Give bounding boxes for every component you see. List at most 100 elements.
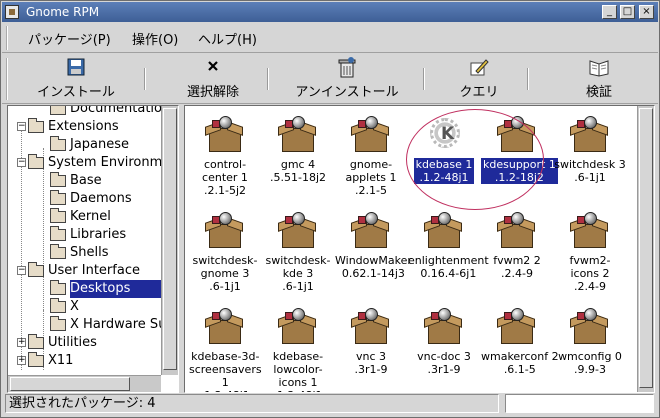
package-item[interactable]: Kkdebase-3d- screensavers 1 .1.2-48j1	[189, 306, 262, 392]
toolbar-handle[interactable]	[6, 58, 12, 100]
package-box-icon: K	[205, 306, 245, 348]
package-box-icon: K	[205, 114, 245, 156]
tree-item[interactable]: X	[8, 298, 161, 316]
query-button[interactable]: クエリ	[450, 57, 508, 101]
package-label: control- center 1 .2.1-5j2	[202, 158, 248, 197]
tree-item[interactable]: Base	[8, 172, 161, 190]
package-box-icon: K	[278, 306, 318, 348]
folder-icon	[28, 118, 44, 133]
package-box-icon: K	[351, 114, 391, 156]
menu-help[interactable]: ヘルプ(H)	[198, 29, 257, 48]
package-item[interactable]: Kswitchdesk 3 .6-1j1	[554, 114, 626, 184]
tree-item[interactable]: Desktops	[8, 280, 161, 298]
menubar-handle[interactable]	[6, 26, 12, 50]
tree-item-label: Japanese	[70, 137, 130, 152]
install-label: インストール	[37, 85, 115, 100]
tree-item[interactable]: Shells	[8, 244, 161, 262]
package-item[interactable]: Kswitchdesk- kde 3 .6-1j1	[262, 210, 334, 293]
tree-hscroll-thumb[interactable]	[10, 377, 130, 391]
collapse-icon[interactable]: −	[17, 158, 26, 167]
category-tree-pane: Documentation − Extensions Japanese − System …	[7, 105, 179, 393]
tree-item[interactable]: Libraries	[8, 226, 161, 244]
package-item[interactable]: Kcontrol- center 1 .2.1-5j2	[189, 114, 261, 197]
tree-item-label: Kernel	[70, 209, 111, 224]
package-item[interactable]: Kgnome- applets 1 .2.1-5	[335, 114, 407, 197]
trash-icon	[335, 57, 359, 79]
package-item[interactable]: Kfvwm2- icons 2 .2.4-9	[554, 210, 626, 293]
folder-icon	[50, 226, 66, 241]
package-label: wmakerconf 2 .6.1-5	[481, 350, 559, 376]
tree-item[interactable]: Japanese	[8, 136, 161, 154]
tree-item[interactable]: Daemons	[8, 190, 161, 208]
package-box-icon: K	[497, 306, 537, 348]
folder-icon	[28, 154, 44, 169]
package-box-icon: K	[351, 210, 391, 252]
title-bar[interactable]: Gnome RPM _ □ ×	[2, 2, 658, 22]
package-item[interactable]: Kgmc 4 .5.51-18j2	[262, 114, 334, 184]
package-label: fvwm2 2 .2.4-9	[493, 254, 541, 280]
package-label: gmc 4 .5.51-18j2	[269, 158, 326, 184]
toolbar-separator	[144, 68, 146, 90]
collapse-icon[interactable]: −	[17, 266, 26, 275]
package-label: kdebase- lowcolor- icons 1 .1.2-48j1	[272, 350, 324, 392]
package-label: kdebase-3d- screensavers 1 .1.2-48j1	[189, 350, 262, 392]
package-label: WindowMaker 0.62.1-14j3	[335, 254, 412, 280]
close-button[interactable]: ×	[639, 5, 654, 19]
window-menu-icon[interactable]	[5, 5, 19, 19]
tree-item-label: System Environme	[48, 155, 161, 170]
tree-item-label: Daemons	[70, 191, 132, 206]
tree-item[interactable]: − User Interface	[8, 262, 161, 280]
menu-package[interactable]: パッケージ(P)	[28, 29, 111, 48]
package-item[interactable]: Kkdebase- lowcolor- icons 1 .1.2-48j1	[262, 306, 334, 392]
expand-icon[interactable]: +	[17, 338, 26, 347]
tree-item[interactable]: Documentation	[8, 106, 161, 118]
deselect-button[interactable]: 選択解除	[178, 57, 248, 101]
tree-item[interactable]: + Utilities	[8, 334, 161, 352]
folder-icon	[50, 208, 66, 223]
package-scroll-thumb[interactable]	[639, 108, 653, 388]
package-item[interactable]: Kfvwm2 2 .2.4-9	[481, 210, 553, 280]
menu-operation[interactable]: 操作(O)	[132, 29, 178, 48]
tree-item-label: Libraries	[70, 227, 127, 242]
verify-label: 検証	[585, 85, 612, 100]
package-item[interactable]: Kenlightenment 0.16.4-6j1	[408, 210, 489, 280]
tree-item-label: X11	[48, 353, 74, 368]
tree-item-label: Utilities	[48, 335, 97, 350]
expand-icon[interactable]: +	[17, 356, 26, 365]
package-item[interactable]: Kswitchdesk- gnome 3 .6-1j1	[189, 210, 261, 293]
package-item[interactable]: KWindowMaker 0.62.1-14j3	[335, 210, 412, 280]
tree-item[interactable]: Kernel	[8, 208, 161, 226]
folder-icon	[28, 262, 44, 277]
package-box-icon: K	[570, 306, 610, 348]
tree-horizontal-scrollbar[interactable]	[8, 375, 161, 392]
tree-item[interactable]: X Hardware Su	[8, 316, 161, 334]
package-item[interactable]: Kwmakerconf 2 .6.1-5	[481, 306, 559, 376]
package-item[interactable]: Kvnc 3 .3r1-9	[335, 306, 407, 376]
folder-icon	[50, 172, 66, 187]
minimize-button[interactable]: _	[602, 5, 617, 19]
package-box-icon: K	[570, 114, 610, 156]
toolbar: インストール 選択解除 アンインストール クエリ 検証	[2, 54, 658, 104]
package-box-icon: K	[570, 210, 610, 252]
package-box-icon: K	[497, 210, 537, 252]
verify-button[interactable]: 検証	[574, 57, 624, 101]
package-vertical-scrollbar[interactable]	[637, 106, 654, 392]
install-button[interactable]: インストール	[30, 57, 122, 101]
package-label: enlightenment 0.16.4-6j1	[408, 254, 489, 280]
collapse-icon[interactable]: −	[17, 122, 26, 131]
tree-scroll-thumb[interactable]	[163, 108, 177, 370]
tree-item[interactable]: + X11	[8, 352, 161, 370]
uninstall-button[interactable]: アンインストール	[288, 57, 406, 101]
tree-item[interactable]: − Extensions	[8, 118, 161, 136]
folder-icon	[28, 352, 44, 367]
package-item[interactable]: Kvnc-doc 3 .3r1-9	[408, 306, 480, 376]
tree-item[interactable]: − System Environme	[8, 154, 161, 172]
maximize-button[interactable]: □	[620, 5, 635, 19]
tree-item-label: User Interface	[48, 263, 140, 278]
status-bar: 選択されたパッケージ: 4	[5, 394, 657, 414]
package-box-icon: K	[351, 306, 391, 348]
uninstall-label: アンインストール	[295, 85, 399, 100]
tree-vertical-scrollbar[interactable]	[161, 106, 178, 375]
package-label: vnc 3 .3r1-9	[354, 350, 388, 376]
package-item[interactable]: Kwmconfig 0 .9.9-3	[554, 306, 626, 376]
